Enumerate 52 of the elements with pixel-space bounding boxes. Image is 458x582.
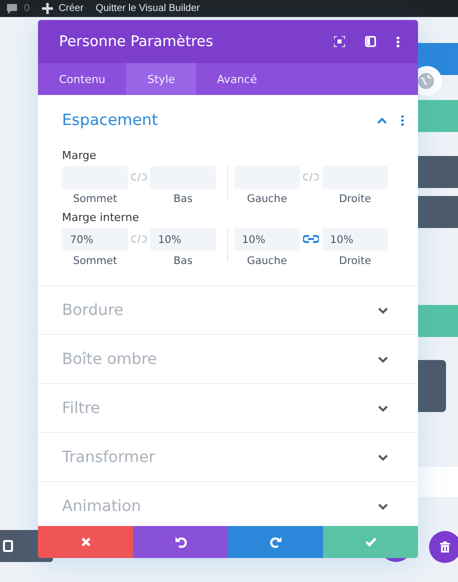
chevron-down-icon[interactable] bbox=[378, 502, 388, 510]
input-field[interactable]: 10% bbox=[322, 228, 388, 251]
delete-button[interactable] bbox=[429, 531, 458, 563]
field-label: Gauche bbox=[246, 193, 288, 205]
field-label: Bas bbox=[173, 193, 193, 205]
more-icon[interactable] bbox=[401, 114, 404, 126]
tab[interactable]: Avancé bbox=[196, 63, 278, 95]
tab[interactable]: Style bbox=[126, 63, 196, 95]
fullscreen-icon[interactable] bbox=[334, 36, 345, 47]
undo-icon bbox=[174, 536, 186, 548]
trash-icon bbox=[439, 541, 451, 553]
chevron-down-icon[interactable] bbox=[378, 404, 388, 412]
redo-icon bbox=[270, 536, 282, 548]
input-field[interactable]: 70% bbox=[62, 228, 128, 251]
exit-builder-link[interactable]: Quitter le Visual Builder bbox=[96, 3, 200, 14]
field-label: Sommet bbox=[72, 255, 118, 267]
field-label: Gauche bbox=[246, 255, 288, 267]
chevron-up-icon[interactable] bbox=[377, 116, 387, 124]
field-label: Droite bbox=[338, 255, 372, 267]
comment-icon[interactable] bbox=[6, 2, 18, 14]
group-label: Marge interne bbox=[62, 211, 140, 224]
chevron-down-icon[interactable] bbox=[378, 454, 388, 460]
modal-title: Personne Paramètres bbox=[59, 34, 214, 50]
page-block bbox=[418, 196, 458, 228]
chevron-down-icon[interactable] bbox=[378, 356, 388, 362]
comment-count: 0 bbox=[24, 3, 30, 14]
field-label: Droite bbox=[338, 193, 372, 205]
page-block bbox=[418, 100, 458, 132]
section-title[interactable]: Filtre bbox=[62, 399, 378, 417]
more-icon[interactable] bbox=[396, 36, 400, 48]
section-title[interactable]: Bordure bbox=[62, 301, 378, 319]
section-title[interactable]: Boîte ombre bbox=[62, 350, 378, 368]
plus-icon bbox=[42, 3, 53, 14]
page-block bbox=[418, 305, 458, 337]
section-title[interactable]: Espacement bbox=[62, 111, 377, 129]
group-label: Marge bbox=[62, 149, 98, 162]
sidebar-icon[interactable] bbox=[365, 36, 376, 47]
check-icon bbox=[364, 537, 376, 547]
section-title[interactable]: Animation bbox=[62, 497, 378, 515]
input-field[interactable]: 10% bbox=[234, 228, 300, 251]
create-link[interactable]: Créer bbox=[58, 3, 84, 14]
page-block bbox=[418, 360, 446, 412]
tablet-icon[interactable] bbox=[3, 540, 13, 552]
page-block bbox=[418, 156, 458, 188]
section-title[interactable]: Transformer bbox=[62, 448, 378, 466]
chevron-down-icon[interactable] bbox=[378, 306, 388, 314]
field-label: Sommet bbox=[72, 193, 118, 205]
close-icon bbox=[80, 537, 90, 547]
tab[interactable]: Contenu bbox=[38, 63, 126, 95]
input-field[interactable]: 10% bbox=[150, 228, 216, 251]
link-icon[interactable] bbox=[303, 234, 319, 244]
field-label: Bas bbox=[173, 255, 193, 267]
